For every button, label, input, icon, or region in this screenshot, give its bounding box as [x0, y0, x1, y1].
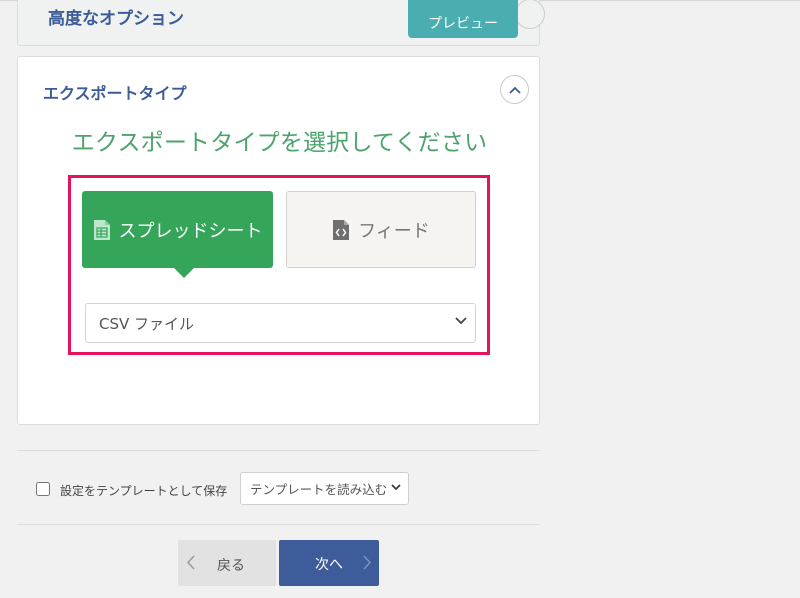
divider-top [17, 450, 540, 451]
feed-type-label: フィード [358, 220, 430, 242]
feed-type-button[interactable]: フィード [286, 191, 476, 268]
export-type-panel: エクスポートタイプ エクスポートタイプを選択してください スプレッドシート フィ… [17, 56, 540, 425]
advanced-options-toggle[interactable] [515, 0, 545, 29]
chevron-down-icon [391, 484, 401, 491]
spreadsheet-type-button[interactable]: スプレッドシート [82, 191, 273, 268]
collapse-button[interactable] [500, 75, 529, 104]
chevron-left-icon [186, 555, 195, 570]
file-type-select[interactable]: CSV ファイル [85, 303, 476, 343]
export-type-prompt: エクスポートタイプを選択してください [71, 130, 488, 156]
chevron-down-icon [455, 317, 467, 325]
spreadsheet-icon [93, 219, 110, 240]
save-template-checkbox[interactable] [36, 482, 50, 496]
back-button-label: 戻る [217, 558, 245, 574]
selected-caret [174, 268, 194, 278]
advanced-options-panel: 高度なオプション プレビュー [17, 0, 545, 46]
chevron-right-icon [363, 555, 372, 570]
spreadsheet-type-label: スプレッドシート [118, 220, 263, 242]
divider-bottom [17, 524, 540, 525]
code-file-icon [333, 219, 350, 240]
load-template-select[interactable]: テンプレートを読み込む [240, 472, 409, 505]
chevron-up-icon [508, 86, 521, 94]
export-type-heading: エクスポートタイプ [43, 84, 187, 103]
save-template-label[interactable]: 設定をテンプレートとして保存 [60, 482, 227, 499]
file-type-value: CSV ファイル [99, 314, 195, 333]
next-button-label: 次へ [315, 557, 343, 573]
advanced-options-title[interactable]: 高度なオプション [48, 4, 184, 29]
next-button[interactable]: 次へ [279, 540, 379, 586]
load-template-value: テンプレートを読み込む [250, 482, 388, 497]
preview-button[interactable]: プレビュー [408, 0, 518, 38]
back-button[interactable]: 戻る [178, 540, 276, 586]
highlight-box: スプレッドシート フィード CSV ファイル [68, 175, 490, 355]
